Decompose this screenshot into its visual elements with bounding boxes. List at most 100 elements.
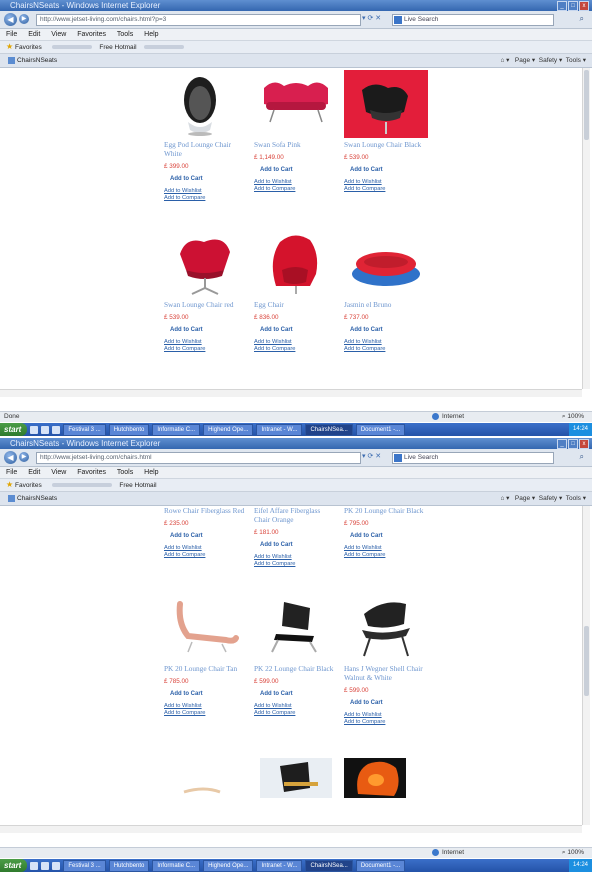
add-to-wishlist-link[interactable]: Add to Wishlist xyxy=(164,703,248,710)
vertical-scrollbar[interactable] xyxy=(582,506,590,825)
swan-lounge-black-icon[interactable] xyxy=(344,70,428,138)
add-to-wishlist-link[interactable]: Add to Wishlist xyxy=(164,545,248,552)
quicklaunch-icon[interactable] xyxy=(41,862,50,871)
taskbar-item[interactable]: Intranet - W... xyxy=(256,424,303,437)
add-to-compare-link[interactable]: Add to Compare xyxy=(164,346,248,353)
horizontal-scrollbar[interactable] xyxy=(0,389,582,397)
forward-button[interactable]: ▶ xyxy=(19,14,29,24)
menu-tools[interactable]: Tools xyxy=(117,31,133,38)
add-to-compare-link[interactable]: Add to Compare xyxy=(254,561,338,568)
add-to-compare-link[interactable]: Add to Compare xyxy=(254,346,338,353)
product-name-link[interactable]: Rowe Chair Fiberglass Red xyxy=(164,506,248,515)
search-input[interactable]: Live Search xyxy=(392,452,554,464)
favorites-star-icon[interactable]: ★ xyxy=(6,480,13,489)
add-to-wishlist-link[interactable]: Add to Wishlist xyxy=(254,179,338,186)
tab-title[interactable]: ChairsNSeats xyxy=(17,495,57,502)
add-to-cart-button[interactable]: Add to Cart xyxy=(350,700,428,706)
taskbar-item[interactable]: ChairsNSea... xyxy=(305,860,353,873)
favorite-link[interactable] xyxy=(51,45,92,50)
product-name-link[interactable]: Egg Chair xyxy=(254,300,338,309)
start-button[interactable]: start xyxy=(0,423,28,436)
menu-view[interactable]: View xyxy=(51,31,66,38)
free-hotmail-link[interactable]: Free Hotmail xyxy=(119,482,156,489)
taskbar-item[interactable]: Intranet - W... xyxy=(256,860,303,873)
refresh-stop-icons[interactable]: ▾ ⟳ ✕ xyxy=(362,14,381,22)
home-icon[interactable]: ⌂ ▾ xyxy=(500,57,509,64)
add-to-cart-button[interactable]: Add to Cart xyxy=(350,327,428,333)
minimize-button[interactable]: _ xyxy=(557,439,567,449)
product-name-link[interactable]: Swan Sofa Pink xyxy=(254,140,338,149)
add-to-cart-button[interactable]: Add to Cart xyxy=(350,167,428,173)
cmd-safety[interactable]: Safety ▾ xyxy=(539,495,563,502)
add-to-compare-link[interactable]: Add to Compare xyxy=(254,186,338,193)
add-to-compare-link[interactable]: Add to Compare xyxy=(344,186,428,193)
add-to-cart-button[interactable]: Add to Cart xyxy=(170,533,248,539)
favorites-star-icon[interactable]: ★ xyxy=(6,42,13,51)
add-to-wishlist-link[interactable]: Add to Wishlist xyxy=(254,554,338,561)
add-to-cart-button[interactable]: Add to Cart xyxy=(170,691,248,697)
favorite-link[interactable] xyxy=(144,45,185,50)
quicklaunch-icon[interactable] xyxy=(52,426,61,435)
taskbar-item[interactable]: Hutchbento xyxy=(108,424,150,437)
taskbar-item[interactable]: Festival 3 ... xyxy=(63,424,106,437)
free-hotmail-link[interactable]: Free Hotmail xyxy=(99,44,136,51)
back-button[interactable]: ◀ xyxy=(4,13,17,26)
egg-chair-icon[interactable] xyxy=(254,230,338,298)
menu-favorites[interactable]: Favorites xyxy=(77,469,106,476)
favorite-link[interactable] xyxy=(51,483,112,488)
taskbar-item[interactable]: ChairsNSea... xyxy=(305,424,353,437)
add-to-compare-link[interactable]: Add to Compare xyxy=(344,346,428,353)
add-to-compare-link[interactable]: Add to Compare xyxy=(344,719,428,726)
close-button[interactable]: x xyxy=(579,1,589,11)
favorites-label[interactable]: Favorites xyxy=(15,44,42,51)
add-to-wishlist-link[interactable]: Add to Wishlist xyxy=(344,179,428,186)
swan-chair-red-icon[interactable] xyxy=(164,230,248,298)
cmd-tools[interactable]: Tools ▾ xyxy=(566,495,586,502)
product-name-link[interactable]: PK 20 Lounge Chair Black xyxy=(344,506,428,515)
taskbar-item[interactable]: Highend Ope... xyxy=(203,860,254,873)
product-name-link[interactable]: Jasmin el Bruno xyxy=(344,300,428,309)
swan-sofa-icon[interactable] xyxy=(254,70,338,138)
quicklaunch-icon[interactable] xyxy=(52,862,61,871)
taskbar-item[interactable]: Festival 3 ... xyxy=(63,860,106,873)
minimize-button[interactable]: _ xyxy=(557,1,567,11)
forward-button[interactable]: ▶ xyxy=(19,452,29,462)
add-to-cart-button[interactable]: Add to Cart xyxy=(170,176,248,182)
shell-chair-icon[interactable] xyxy=(344,594,428,662)
refresh-stop-icons[interactable]: ▾ ⟳ ✕ xyxy=(362,452,381,460)
quicklaunch-icon[interactable] xyxy=(30,862,39,871)
cmd-safety[interactable]: Safety ▾ xyxy=(539,57,563,64)
menu-help[interactable]: Help xyxy=(144,469,158,476)
add-to-wishlist-link[interactable]: Add to Wishlist xyxy=(344,545,428,552)
tab-title[interactable]: ChairsNSeats xyxy=(17,57,57,64)
maximize-button[interactable]: □ xyxy=(568,1,578,11)
menu-help[interactable]: Help xyxy=(144,31,158,38)
add-to-cart-button[interactable]: Add to Cart xyxy=(350,533,428,539)
menu-edit[interactable]: Edit xyxy=(28,469,40,476)
product-name-link[interactable]: Swan Lounge Chair Black xyxy=(344,140,428,149)
pk20-tan-chair-icon[interactable] xyxy=(164,594,248,662)
url-input[interactable]: http://www.jetset-living.com/chairs.html… xyxy=(36,14,361,26)
menu-favorites[interactable]: Favorites xyxy=(77,31,106,38)
product-name-link[interactable]: PK 22 Lounge Chair Black xyxy=(254,664,338,673)
zoom-level[interactable]: ⌕ 100% xyxy=(562,412,584,422)
add-to-cart-button[interactable]: Add to Cart xyxy=(260,327,338,333)
favorites-label[interactable]: Favorites xyxy=(15,482,42,489)
taskbar-item[interactable]: Hutchbento xyxy=(108,860,150,873)
taskbar-item[interactable]: Document1 -... xyxy=(355,860,406,873)
taskbar-item[interactable]: Informatie C... xyxy=(152,860,201,873)
product-name-link[interactable]: Eifel Affare Fiberglass Chair Orange xyxy=(254,506,338,524)
maximize-button[interactable]: □ xyxy=(568,439,578,449)
horizontal-scrollbar[interactable] xyxy=(0,825,582,833)
add-to-wishlist-link[interactable]: Add to Wishlist xyxy=(164,188,248,195)
add-to-compare-link[interactable]: Add to Compare xyxy=(164,710,248,717)
close-button[interactable]: x xyxy=(579,439,589,449)
taskbar-item[interactable]: Informatie C... xyxy=(152,424,201,437)
menu-edit[interactable]: Edit xyxy=(28,31,40,38)
egg-pod-chair-icon[interactable] xyxy=(164,70,248,138)
add-to-cart-button[interactable]: Add to Cart xyxy=(260,542,338,548)
taskbar-item[interactable]: Document1 -... xyxy=(355,424,406,437)
start-button[interactable]: start xyxy=(0,859,28,872)
partial-chair-icon[interactable] xyxy=(344,758,428,826)
add-to-compare-link[interactable]: Add to Compare xyxy=(164,195,248,202)
